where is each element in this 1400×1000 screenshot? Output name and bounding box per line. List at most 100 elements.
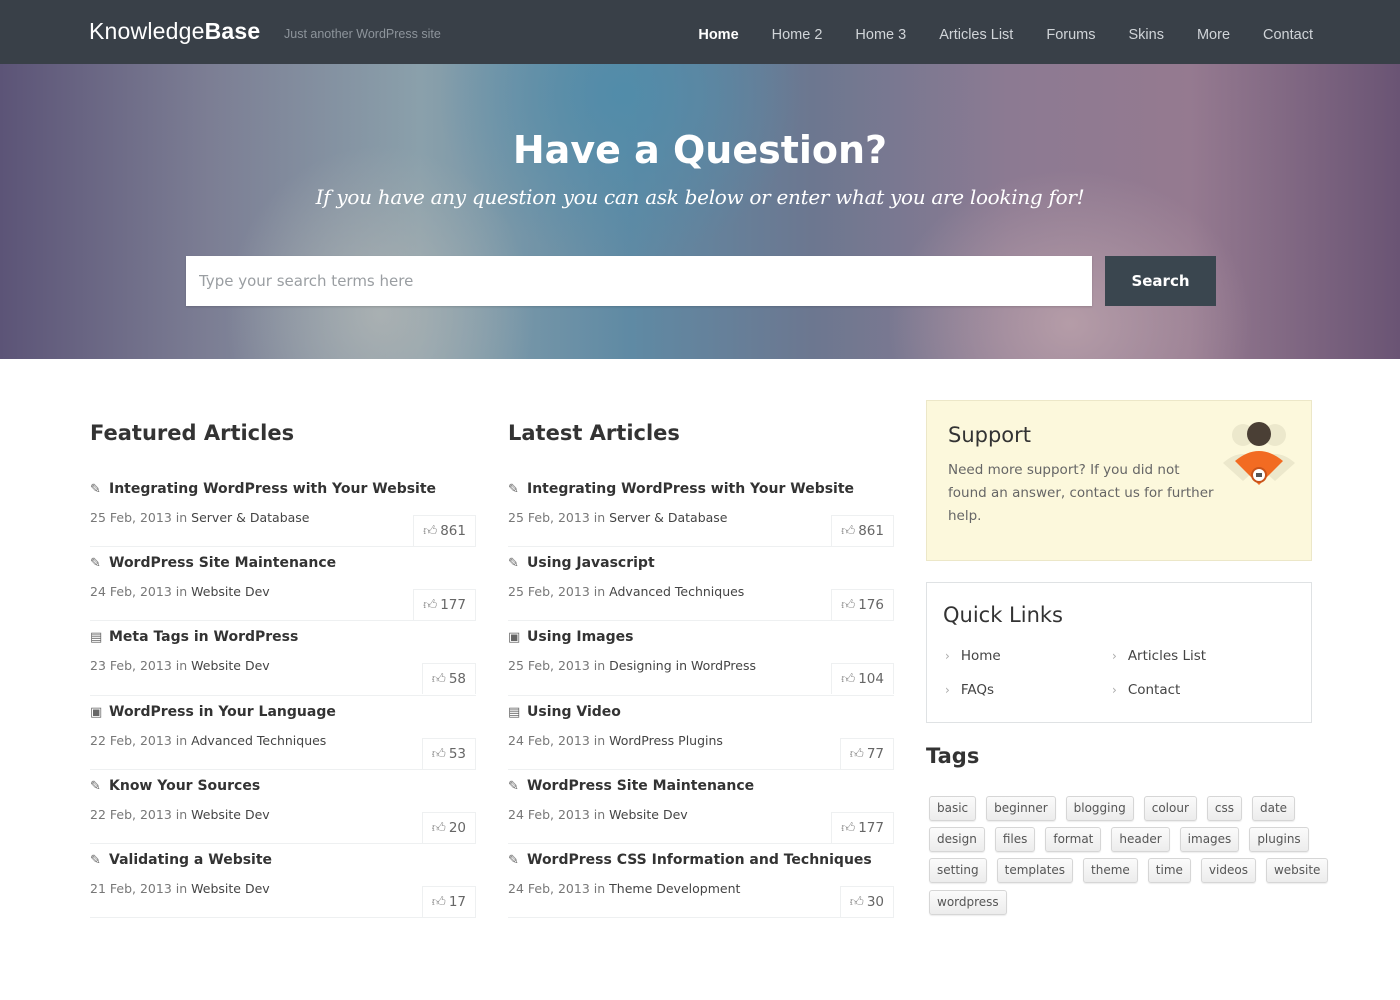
article-category-link[interactable]: Website Dev: [191, 881, 270, 896]
like-count-badge[interactable]: 👍︎ 861: [413, 515, 476, 546]
search-input[interactable]: [186, 256, 1092, 306]
nav-item-skins[interactable]: Skins: [1129, 27, 1164, 43]
article-item: ▣ WordPress in Your Language 22 Feb, 2013 …: [90, 696, 476, 770]
tag-wordpress[interactable]: wordpress: [929, 890, 1007, 915]
like-count-badge[interactable]: 👍︎ 177: [413, 589, 476, 621]
site-logo[interactable]: KnowledgeBase: [89, 18, 260, 45]
tag-date[interactable]: date: [1252, 796, 1296, 821]
thumbs-up-icon: 👍︎: [841, 671, 856, 688]
thumbs-up-icon: 👍︎: [423, 597, 438, 614]
in-label: in: [175, 880, 188, 896]
article-category-link[interactable]: Advanced Techniques: [191, 733, 326, 748]
quick-link-home[interactable]: › Home: [945, 648, 1001, 664]
article-title-link[interactable]: ▤ Meta Tags in WordPress: [90, 629, 298, 645]
like-count: 177: [440, 597, 466, 614]
like-count-badge[interactable]: 👍︎ 176: [831, 589, 894, 621]
edit-icon: ✎: [508, 482, 519, 497]
chevron-right-icon: ›: [945, 649, 950, 663]
nav-item-forums[interactable]: Forums: [1046, 27, 1095, 43]
article-title-link[interactable]: ✎ Integrating WordPress with Your Website: [90, 481, 436, 497]
article-category-link[interactable]: Theme Development: [609, 881, 740, 896]
article-title-link[interactable]: ▣ WordPress in Your Language: [90, 704, 336, 720]
tag-plugins[interactable]: plugins: [1249, 827, 1309, 852]
article-title: Know Your Sources: [109, 777, 261, 794]
tag-files[interactable]: files: [994, 827, 1036, 852]
quick-link-faqs[interactable]: › FAQs: [945, 682, 994, 698]
article-title-link[interactable]: ✎ WordPress Site Maintenance: [90, 555, 336, 571]
hero-search-section: Have a Question? If you have any questio…: [0, 64, 1400, 359]
tag-colour[interactable]: colour: [1143, 796, 1197, 821]
tag-basic[interactable]: basic: [929, 796, 977, 821]
article-item: ▣ Using Images 25 Feb, 2013 in Designing i…: [508, 621, 894, 696]
article-category-link[interactable]: Website Dev: [191, 658, 270, 673]
thumbs-up-icon: 👍︎: [431, 745, 446, 762]
article-meta: 21 Feb, 2013 in Website Dev: [90, 881, 270, 896]
tag-beginner[interactable]: beginner: [986, 796, 1056, 821]
like-count-badge[interactable]: 👍︎ 53: [421, 737, 476, 769]
article-category-link[interactable]: Server & Database: [191, 510, 309, 525]
tag-videos[interactable]: videos: [1200, 858, 1256, 883]
in-label: in: [175, 658, 188, 674]
article-title: Integrating WordPress with Your Website: [527, 481, 855, 497]
like-count-badge[interactable]: 👍︎ 58: [421, 663, 476, 695]
quick-link-contact[interactable]: › Contact: [1112, 682, 1180, 698]
like-count-badge[interactable]: 👍︎ 77: [839, 737, 894, 769]
like-count-badge[interactable]: 👍︎ 20: [421, 811, 476, 843]
nav-item-more[interactable]: More: [1197, 27, 1230, 43]
in-label: in: [175, 806, 188, 822]
article-title-link[interactable]: ▤ Using Video: [508, 704, 621, 720]
article-title-link[interactable]: ▣ Using Images: [508, 629, 633, 645]
like-count-badge[interactable]: 👍︎ 177: [831, 811, 894, 843]
nav-item-articles-list[interactable]: Articles List: [939, 27, 1013, 43]
article-category-link[interactable]: Website Dev: [191, 807, 270, 822]
tag-format[interactable]: format: [1045, 827, 1102, 852]
article-title-link[interactable]: ✎ Using Javascript: [508, 555, 655, 571]
article-title: Validating a Website: [109, 851, 273, 868]
like-count: 20: [448, 819, 466, 836]
film-icon: ▤: [90, 630, 103, 646]
tag-header[interactable]: header: [1111, 827, 1170, 852]
article-category-link[interactable]: Website Dev: [191, 584, 270, 599]
quick-links-widget: Quick Links › Home › Articles List › FAQs ›…: [926, 582, 1312, 723]
article-category-link[interactable]: WordPress Plugins: [609, 733, 723, 748]
nav-item-home-2[interactable]: Home 2: [772, 27, 823, 43]
tag-design[interactable]: design: [929, 827, 985, 852]
tag-css[interactable]: css: [1206, 796, 1242, 821]
nav-item-home[interactable]: Home: [698, 27, 738, 43]
tag-website[interactable]: website: [1265, 858, 1329, 883]
like-count-badge[interactable]: 👍︎ 30: [839, 885, 894, 917]
like-count: 77: [866, 745, 884, 762]
quick-link-articles-list[interactable]: › Articles List: [1112, 648, 1206, 664]
article-title: WordPress in Your Language: [109, 703, 336, 720]
like-count-badge[interactable]: 👍︎ 861: [831, 515, 894, 546]
like-count-badge[interactable]: 👍︎ 104: [831, 663, 894, 695]
article-title-link[interactable]: ✎ Integrating WordPress with Your Website: [508, 481, 854, 497]
article-meta: 24 Feb, 2013 in Website Dev: [508, 807, 688, 822]
article-item: ✎ Validating a Website 21 Feb, 2013 in Web…: [90, 844, 476, 919]
tag-templates[interactable]: templates: [996, 858, 1074, 883]
in-label: in: [593, 880, 606, 896]
tag-time[interactable]: time: [1147, 858, 1191, 883]
top-navbar: KnowledgeBase Just another WordPress sit…: [0, 0, 1400, 64]
thumbs-up-icon: 👍︎: [841, 819, 856, 836]
article-title-link[interactable]: ✎ Know Your Sources: [90, 778, 260, 794]
article-category-link[interactable]: Website Dev: [609, 807, 688, 822]
tag-images[interactable]: images: [1179, 827, 1240, 852]
article-title-link[interactable]: ✎ WordPress CSS Information and Technique…: [508, 852, 872, 868]
article-category-link[interactable]: Advanced Techniques: [609, 584, 744, 599]
article-title-link[interactable]: ✎ WordPress Site Maintenance: [508, 778, 754, 794]
in-label: in: [175, 510, 188, 525]
article-title: Using Images: [527, 629, 634, 646]
article-item: ✎ Integrating WordPress with Your Website…: [508, 473, 894, 548]
tag-setting[interactable]: setting: [929, 858, 987, 883]
article-category-link[interactable]: Server & Database: [609, 510, 727, 525]
search-button[interactable]: Search: [1105, 256, 1216, 306]
nav-item-contact[interactable]: Contact: [1263, 27, 1313, 43]
tag-blogging[interactable]: blogging: [1065, 796, 1134, 821]
tag-theme[interactable]: theme: [1083, 858, 1138, 883]
like-count-badge[interactable]: 👍︎ 17: [421, 885, 476, 917]
hero-subtitle: If you have any question you can ask bel…: [315, 185, 1085, 209]
nav-item-home-3[interactable]: Home 3: [855, 27, 906, 43]
article-category-link[interactable]: Designing in WordPress: [609, 658, 756, 673]
article-title-link[interactable]: ✎ Validating a Website: [90, 852, 272, 868]
